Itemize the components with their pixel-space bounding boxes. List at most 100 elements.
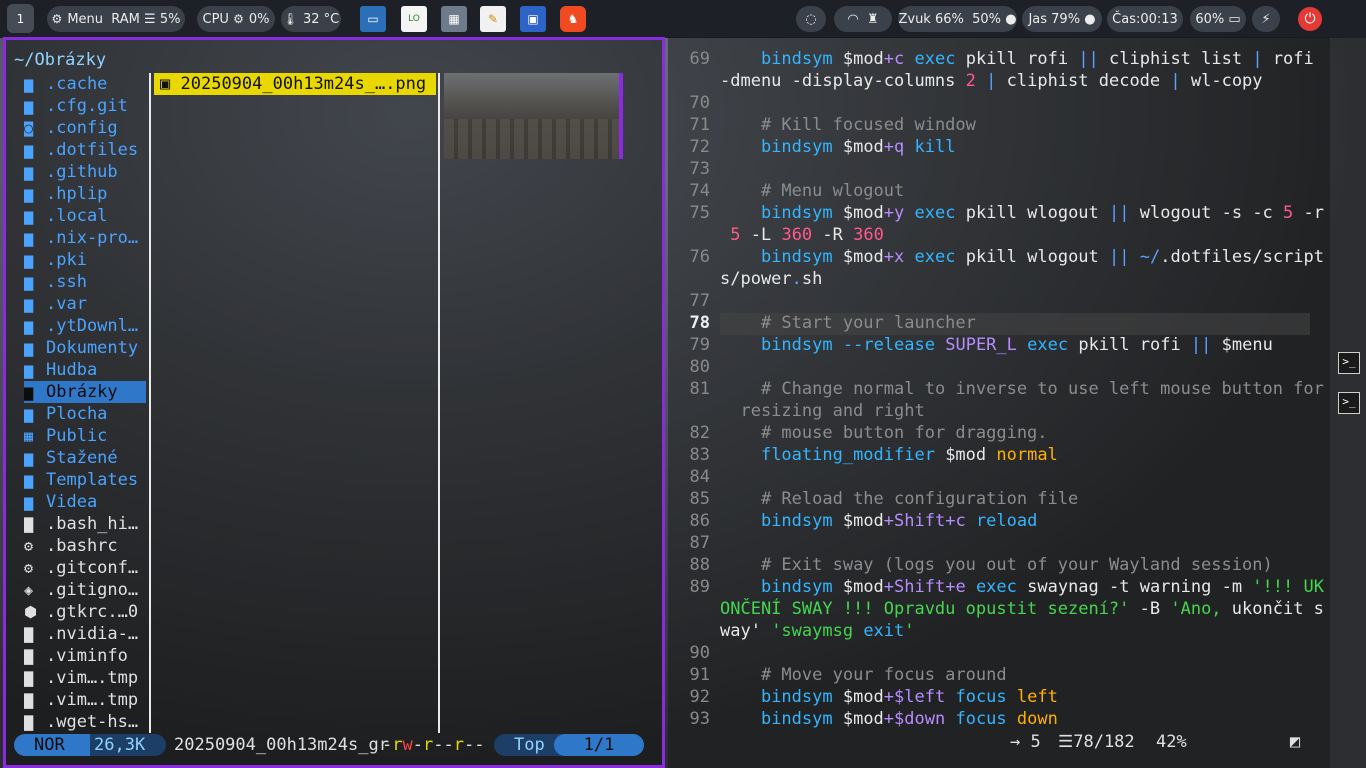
code-token: | xyxy=(986,71,997,91)
item-name: .github xyxy=(46,162,118,182)
file-manager-window[interactable]: ~/Obrázky ▆ .cache ▆ .cfg.git ◙ .config ▆ .dotf… xyxy=(3,37,665,768)
code-text: # Exit sway (logs you out of your Waylan… xyxy=(720,554,1273,576)
folder-item[interactable]: ▆ .ytDownl… xyxy=(24,315,146,337)
folder-item[interactable]: ▆ .nix-pro… xyxy=(24,227,146,249)
code-token: $menu xyxy=(1211,335,1273,355)
code-line[interactable]: s/power.sh xyxy=(668,268,1318,290)
folder-item[interactable]: ▆ .dotfiles xyxy=(24,139,146,161)
code-line[interactable]: 73 xyxy=(668,158,1318,180)
code-line[interactable]: 77 xyxy=(668,290,1318,312)
brightness-widget[interactable]: Jas 79% ● xyxy=(1022,6,1102,32)
code-line[interactable]: 71 # Kill focused window xyxy=(668,114,1318,136)
code-line[interactable]: 88 # Exit sway (logs you out of your Way… xyxy=(668,554,1318,576)
file-item[interactable]: ⚙ .gitconf… xyxy=(24,557,146,579)
folder-item[interactable]: ▦ Public xyxy=(24,425,146,447)
libreoffice-icon[interactable]: LO xyxy=(401,6,427,32)
file-manager-statusline: 26,3K NOR 20250904_00h13m24s_gr -rw-r--r… xyxy=(14,734,660,756)
terminal-icon[interactable]: >_ xyxy=(1338,392,1360,414)
code-line[interactable]: 92 bindsym $mod+$left focus left xyxy=(668,686,1318,708)
code-line[interactable]: 87 xyxy=(668,532,1318,554)
file-item[interactable]: ⬢ .gtkrc.…0 xyxy=(24,601,146,623)
file-item[interactable]: ▇ .nvidia-… xyxy=(24,623,146,645)
code-line[interactable]: way' 'swaymsg exit' xyxy=(668,620,1318,642)
folder-item[interactable]: ▆ Plocha xyxy=(24,403,146,425)
preview-scrollbar[interactable] xyxy=(619,73,623,159)
brave-icon[interactable]: ♞ xyxy=(560,6,586,32)
code-token: bindsym xyxy=(760,687,833,707)
code-line[interactable]: 79 bindsym --release SUPER_L exec pkill … xyxy=(668,334,1318,356)
file-item[interactable]: ▇ .bash_hi… xyxy=(24,513,146,535)
code-line[interactable]: resizing and right xyxy=(668,400,1318,422)
terminal-icon[interactable]: >_ xyxy=(1338,352,1360,374)
code-text: # mouse button for dragging. xyxy=(720,422,1048,444)
code-token: # Reload the configuration file xyxy=(760,489,1079,509)
code-line[interactable]: 80 xyxy=(668,356,1318,378)
file-item[interactable]: ◈ .gitigno… xyxy=(24,579,146,601)
eye-off-icon[interactable]: ◌ xyxy=(796,6,826,32)
folder-item[interactable]: ▆ Dokumenty xyxy=(24,337,146,359)
workspace-button[interactable]: 1 xyxy=(7,4,34,33)
folder-item[interactable]: ▆ .ssh xyxy=(24,271,146,293)
code-line[interactable]: 90 xyxy=(668,642,1318,664)
code-line[interactable]: -dmenu -display-columns 2 | cliphist dec… xyxy=(668,70,1318,92)
code-line[interactable]: 70 xyxy=(668,92,1318,114)
file-item[interactable]: ▇ .vim….tmp xyxy=(24,689,146,711)
folder-item[interactable]: ▆ .var xyxy=(24,293,146,315)
folder-item[interactable]: ▆ .cache xyxy=(24,73,146,95)
temperature-widget[interactable]: 🌡 32 °C xyxy=(281,6,341,32)
file-item[interactable]: ▇ .viminfo xyxy=(24,645,146,667)
file-item[interactable]: ⚙ .bashrc xyxy=(24,535,146,557)
scanner-icon[interactable]: ▭ xyxy=(360,6,386,32)
folder-item[interactable]: ▆ .hplip xyxy=(24,183,146,205)
folder-item[interactable]: ▆ Hudba xyxy=(24,359,146,381)
folder-item[interactable]: ▆ Videa xyxy=(24,491,146,513)
file-item[interactable]: ▇ .vim….tmp xyxy=(24,667,146,689)
cpu-widget[interactable]: CPU ⚙ 0% xyxy=(197,6,275,32)
code-line[interactable]: 5 -L 360 -R 360 xyxy=(668,224,1318,246)
folder-item[interactable]: ▆ Templates xyxy=(24,469,146,491)
menu-ram-widget[interactable]: ⚙ Menu RAM ☰ 5% xyxy=(47,6,185,32)
code-line[interactable]: 93 bindsym $mod+$down focus down xyxy=(668,708,1318,730)
code-line[interactable]: 83 floating_modifier $mod normal xyxy=(668,444,1318,466)
bolt-icon[interactable]: ⚡ xyxy=(1252,6,1280,32)
folder-item[interactable]: ▆ Obrázky xyxy=(24,381,146,403)
save-icon[interactable]: ▣ xyxy=(520,6,546,32)
folder-item[interactable]: ◙ .config xyxy=(24,117,146,139)
code-line[interactable]: 86 bindsym $mod+Shift+c reload xyxy=(668,510,1318,532)
code-line[interactable]: 84 xyxy=(668,466,1318,488)
battery-widget[interactable]: 60% ▭ xyxy=(1190,6,1246,32)
folder-item[interactable]: ▆ .local xyxy=(24,205,146,227)
editor-window[interactable]: 69 bindsym $mod+c exec pkill rofi || cli… xyxy=(668,37,1330,768)
code-line[interactable]: 75 bindsym $mod+y exec pkill wlogout || … xyxy=(668,202,1324,224)
code-line[interactable]: 89 bindsym $mod+Shift+e exec swaynag -t … xyxy=(668,576,1324,598)
code-line[interactable]: 91 # Move your focus around xyxy=(668,664,1318,686)
sound-widget[interactable]: Zvuk 66% 50% ● xyxy=(898,6,1017,32)
line-number: 79 xyxy=(689,335,710,355)
folder-item[interactable]: ▆ .cfg.git xyxy=(24,95,146,117)
line-number: 91 xyxy=(689,665,710,685)
folder-item[interactable]: ▆ .github xyxy=(24,161,146,183)
network-widget[interactable]: ◠ ♜ xyxy=(834,6,892,32)
text-editor-icon[interactable]: ✎ xyxy=(480,6,506,32)
code-line[interactable]: 85 # Reload the configuration file xyxy=(668,488,1318,510)
code-line[interactable]: 81 # Change normal to inverse to use lef… xyxy=(668,378,1324,400)
folder-item[interactable]: ▆ .pki xyxy=(24,249,146,271)
code-line[interactable]: 72 bindsym $mod+q kill xyxy=(668,136,1318,158)
code-line[interactable]: 69 bindsym $mod+c exec pkill rofi || cli… xyxy=(668,48,1318,70)
clock-widget[interactable]: Čas:00:13 xyxy=(1107,6,1183,32)
file-item[interactable]: ▇ .wget-hs… xyxy=(24,711,146,733)
selected-file[interactable]: ▣ 20250904_00h13m24s_….png xyxy=(154,73,436,95)
power-icon[interactable]: ⏻ xyxy=(1298,7,1322,31)
code-token: reload xyxy=(975,511,1038,531)
code-line[interactable]: 78 # Start your launcher xyxy=(668,312,1318,334)
code-line[interactable]: ONČENÍ SWAY !!! Opravdu opustit sezení?'… xyxy=(668,598,1324,620)
code-line[interactable]: 74 # Menu wlogout xyxy=(668,180,1318,202)
line-number: 89 xyxy=(689,577,710,597)
code-token: || xyxy=(1190,335,1212,355)
code-line[interactable]: 82 # mouse button for dragging. xyxy=(668,422,1318,444)
code-line[interactable]: 76 bindsym $mod+x exec pkill wlogout || … xyxy=(668,246,1325,268)
folder-item[interactable]: ▆ Stažené xyxy=(24,447,146,469)
item-name: .bashrc xyxy=(46,536,118,556)
calculator-icon[interactable]: ▦ xyxy=(441,6,467,32)
